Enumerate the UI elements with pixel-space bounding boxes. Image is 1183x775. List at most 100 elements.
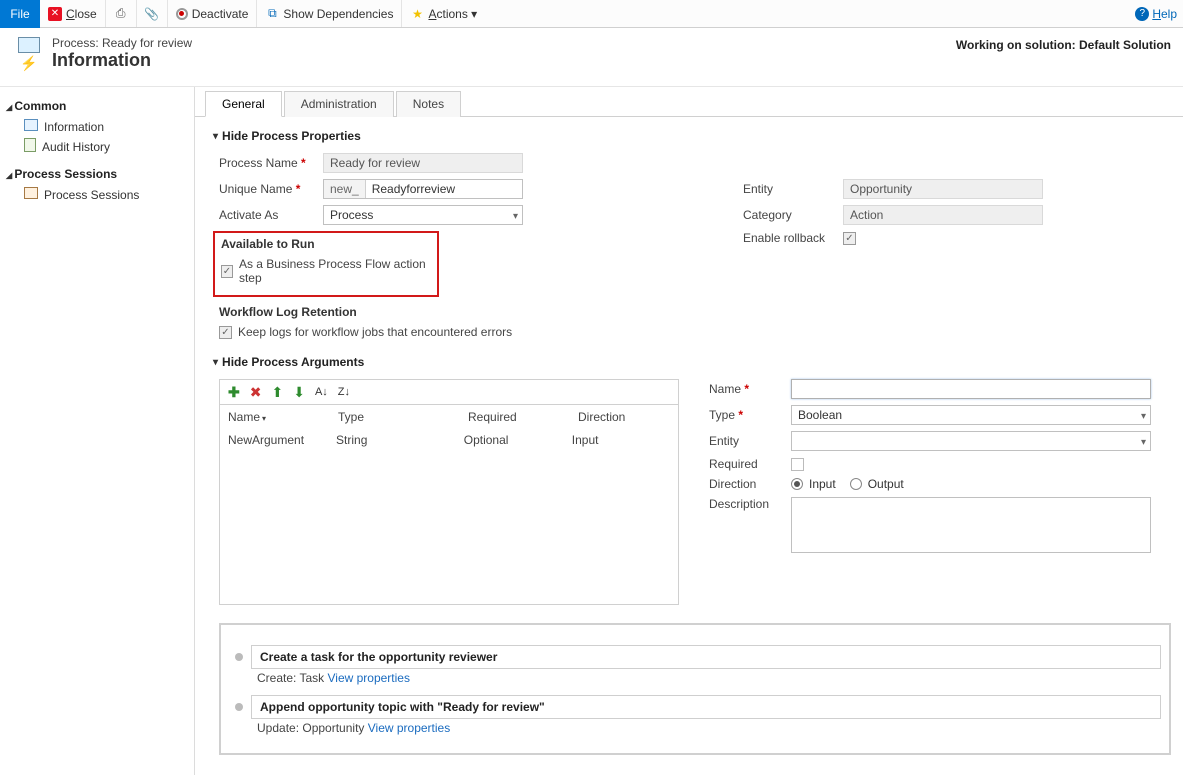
add-argument-button[interactable]: ✚ [228, 384, 240, 401]
attach-button[interactable] [137, 0, 168, 27]
close-button[interactable]: ✕ Close [40, 0, 106, 27]
arg-type-label: Type [709, 408, 791, 422]
arg-col-required[interactable]: Required [468, 410, 578, 424]
workflow-log-retention-heading: Workflow Log Retention [219, 305, 523, 319]
sort-desc-button[interactable]: Z↓ [338, 386, 350, 398]
activate-as-select[interactable]: Process [323, 205, 523, 225]
category-field: Action [843, 205, 1043, 225]
arg-col-type[interactable]: Type [338, 410, 468, 424]
keep-logs-checkbox[interactable] [219, 326, 232, 339]
deactivate-button[interactable]: Deactivate [168, 0, 258, 27]
arg-entity-label: Entity [709, 434, 791, 448]
actions-menu[interactable]: Actions ▾ [402, 0, 485, 27]
save-as-icon [114, 7, 128, 21]
activate-as-label: Activate As [219, 208, 323, 222]
actions-label: Actions ▾ [428, 7, 477, 21]
tab-general[interactable]: General [205, 91, 282, 117]
category-label: Category [743, 208, 843, 222]
arg-row-direction: Input [572, 433, 670, 447]
arg-col-name[interactable]: Name [228, 410, 338, 424]
file-menu[interactable]: File [0, 0, 40, 28]
deactivate-label: Deactivate [192, 7, 249, 21]
step-2-title[interactable]: Append opportunity topic with "Ready for… [251, 695, 1161, 719]
sidebar-item-process-sessions[interactable]: Process Sessions [4, 185, 186, 204]
unique-name-label: Unique Name [219, 182, 323, 196]
arg-row-name: NewArgument [228, 433, 336, 447]
sessions-icon [24, 187, 38, 202]
workflow-steps-container: Create a task for the opportunity review… [219, 623, 1171, 755]
save-as-button[interactable] [106, 0, 137, 27]
sidebar-item-label: Process Sessions [44, 188, 139, 202]
information-icon [24, 119, 38, 134]
show-dependencies-button[interactable]: Show Dependencies [257, 0, 402, 27]
arg-type-value: Boolean [798, 408, 842, 422]
process-icon [16, 36, 42, 72]
arg-col-direction[interactable]: Direction [578, 410, 678, 424]
chevron-down-icon [1141, 408, 1146, 422]
arguments-grid[interactable]: Name Type Required Direction NewArgument… [219, 405, 679, 605]
unique-name-value[interactable]: Readyforreview [366, 180, 522, 198]
arg-description-label: Description [709, 497, 791, 511]
bpf-action-step-label: As a Business Process Flow action step [239, 257, 431, 285]
step-1-view-properties-link[interactable]: View properties [327, 671, 410, 685]
sidebar-group-process-sessions[interactable]: Process Sessions [6, 167, 186, 181]
direction-output-radio[interactable] [850, 478, 862, 490]
step-1-title[interactable]: Create a task for the opportunity review… [251, 645, 1161, 669]
arguments-row[interactable]: NewArgument String Optional Input [220, 427, 678, 453]
process-name-field: Ready for review [323, 153, 523, 173]
arg-type-select[interactable]: Boolean [791, 405, 1151, 425]
move-up-button[interactable]: ⬆ [271, 384, 283, 401]
move-down-button[interactable]: ⬇ [293, 384, 305, 401]
step-2-detail-prefix: Update: Opportunity [257, 721, 368, 735]
close-icon: ✕ [48, 7, 62, 21]
direction-output-label: Output [868, 477, 904, 491]
sidebar-group-common[interactable]: Common [6, 99, 186, 113]
step-2-view-properties-link[interactable]: View properties [368, 721, 451, 735]
bpf-action-step-checkbox[interactable] [221, 265, 233, 278]
sort-asc-button[interactable]: A↓ [315, 386, 328, 398]
arg-description-textarea[interactable] [791, 497, 1151, 553]
dependencies-icon [265, 7, 279, 21]
available-to-run-highlight: Available to Run As a Business Process F… [213, 231, 439, 297]
entity-label: Entity [743, 182, 843, 196]
audit-icon [24, 138, 36, 155]
available-to-run-heading: Available to Run [221, 237, 431, 251]
section-process-arguments-toggle[interactable]: Hide Process Arguments [213, 355, 1171, 369]
arg-required-label: Required [709, 457, 791, 471]
enable-rollback-label: Enable rollback [743, 231, 843, 245]
step-bullet-icon [235, 703, 243, 711]
sidebar-item-label: Audit History [42, 140, 110, 154]
sidebar-item-audit-history[interactable]: Audit History [4, 136, 186, 157]
arg-entity-select[interactable] [791, 431, 1151, 451]
header-subtitle: Process: Ready for review [52, 36, 192, 50]
arg-name-input[interactable] [791, 379, 1151, 399]
chevron-down-icon [513, 208, 518, 222]
entity-field: Opportunity [843, 179, 1043, 199]
arg-row-type: String [336, 433, 464, 447]
tab-notes[interactable]: Notes [396, 91, 461, 117]
chevron-down-icon [1141, 434, 1146, 448]
delete-argument-button[interactable]: ✖ [250, 384, 262, 401]
step-1-detail-prefix: Create: Task [257, 671, 327, 685]
sidebar-item-label: Information [44, 120, 104, 134]
page-title: Information [52, 50, 192, 71]
close-label: Close [66, 7, 97, 21]
arg-name-label: Name [709, 382, 791, 396]
arg-row-required: Optional [464, 433, 572, 447]
keep-logs-label: Keep logs for workflow jobs that encount… [238, 325, 512, 339]
unique-name-field[interactable]: new_ Readyforreview [323, 179, 523, 199]
tab-administration[interactable]: Administration [284, 91, 394, 117]
help-label: Help [1152, 7, 1177, 21]
arg-direction-label: Direction [709, 477, 791, 491]
deactivate-icon [176, 8, 188, 20]
arg-required-checkbox[interactable] [791, 458, 804, 471]
direction-input-radio[interactable] [791, 478, 803, 490]
arguments-toolbar: ✚ ✖ ⬆ ⬇ A↓ Z↓ [219, 379, 679, 405]
enable-rollback-checkbox[interactable] [843, 232, 856, 245]
activate-as-value: Process [330, 208, 373, 222]
star-icon [410, 7, 424, 21]
help-link[interactable]: ? Help [1135, 7, 1183, 21]
sidebar-item-information[interactable]: Information [4, 117, 186, 136]
section-process-properties-toggle[interactable]: Hide Process Properties [213, 129, 1171, 143]
solution-context: Working on solution: Default Solution [956, 36, 1173, 52]
